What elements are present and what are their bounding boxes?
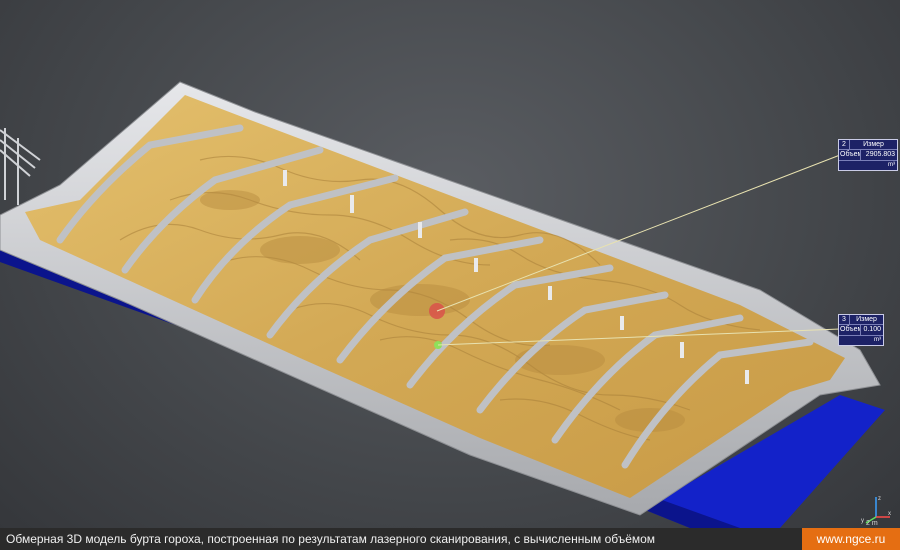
point-cloud-scene <box>0 81 885 528</box>
caption-text: Обмерная 3D модель бурта гороха, построе… <box>6 532 656 546</box>
tag-title: Измер <box>863 141 884 148</box>
scale-label: 2 m <box>866 520 878 527</box>
tag-label: Объем <box>840 325 861 335</box>
tag-title: Измер <box>856 316 877 323</box>
axis-z-label: z <box>878 496 881 502</box>
measurement-tag-3[interactable]: 3 Измер Объем 0.100 m³ <box>838 314 884 346</box>
3d-viewport[interactable]: 2 Измер Объем 2905.803 m³ 3 Измер Объем … <box>0 0 900 528</box>
tag-number: 3 <box>839 315 850 324</box>
caption-bar: Обмерная 3D модель бурта гороха, построе… <box>0 528 900 550</box>
conveyor-structure <box>0 128 41 205</box>
tag-label: Объем <box>840 150 861 160</box>
axis-x-label: x <box>888 511 891 517</box>
site-link[interactable]: www.ngce.ru <box>802 528 900 550</box>
tag-number: 2 <box>839 140 850 149</box>
tag-unit: m³ <box>874 337 881 343</box>
axis-y-label: y <box>861 518 864 524</box>
tag-unit: m³ <box>888 162 895 168</box>
tag-value: 2905.803 <box>865 151 895 158</box>
tag-value: 0.100 <box>863 326 881 333</box>
measurement-tag-2[interactable]: 2 Измер Объем 2905.803 m³ <box>838 139 898 171</box>
